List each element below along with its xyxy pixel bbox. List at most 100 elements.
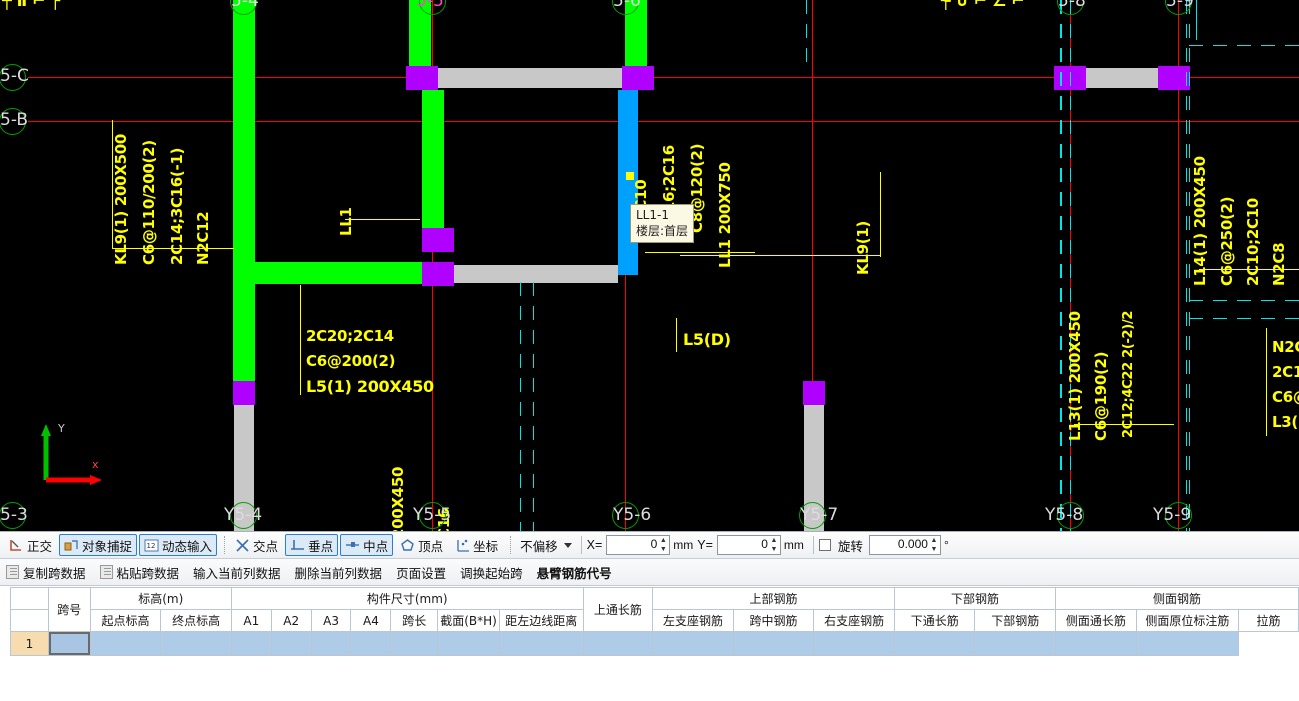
column-header-span-no[interactable]: 跨号 <box>47 587 91 632</box>
column-header-start-elev[interactable]: 起点标高 <box>89 609 162 632</box>
ortho-button[interactable]: 正交 <box>4 534 57 556</box>
cell-end-elev[interactable] <box>160 631 232 656</box>
dyninput-button[interactable]: 12 动态输入 <box>139 534 218 556</box>
intersection-snap-button[interactable]: 交点 <box>230 534 283 556</box>
page-setup-label: 页面设置 <box>396 566 447 581</box>
x-spinner[interactable]: ▲ ▼ <box>658 537 668 553</box>
paste-icon <box>99 565 113 579</box>
perpendicular-snap-button[interactable]: 垂点 <box>285 534 339 556</box>
column-y54-upper[interactable] <box>233 381 255 405</box>
column-header-a1[interactable]: A1 <box>230 609 272 632</box>
annotation-l5d: L5(D) <box>683 330 731 349</box>
column-header-span-length[interactable]: 跨长 <box>390 609 439 632</box>
input-current-column-button[interactable]: 输入当前列数据 <box>193 563 281 582</box>
cell-left-support[interactable] <box>652 631 734 656</box>
cell-bottom-rebar[interactable] <box>974 631 1057 656</box>
y-spinner[interactable]: ▲ ▼ <box>769 537 779 553</box>
cantilever-rebar-code-button[interactable]: 悬臂钢筋代号 <box>537 563 612 582</box>
annotation-right-c6: C6@ <box>1272 388 1299 406</box>
cell-side-position[interactable] <box>1135 631 1240 656</box>
column-header-side-continuous[interactable]: 侧面通长筋 <box>1055 609 1137 632</box>
copy-icon <box>6 565 19 579</box>
annotation-top-right-partial: ╄ ∪ ⌐ ∠ ⌐ <box>941 0 1025 10</box>
column-header-bottom-continuous[interactable]: 下通长筋 <box>893 609 976 632</box>
offset-mode-dropdown[interactable]: 不偏移 <box>516 534 576 557</box>
annotation-leader-l14 <box>1199 269 1299 270</box>
column-header-left-support[interactable]: 左支座钢筋 <box>652 609 734 632</box>
slab-band-c-1[interactable] <box>438 68 622 88</box>
cell-bottom-continuous[interactable] <box>893 631 976 656</box>
cell-mid-span[interactable] <box>732 631 815 656</box>
dashed-grid-1 <box>520 282 521 531</box>
coordinate-snap-button[interactable]: 坐标 <box>450 534 503 556</box>
column-inner-left[interactable] <box>422 228 454 252</box>
cell-right-support[interactable] <box>813 631 895 656</box>
annotation-kl9-side: N2C12 <box>194 211 212 265</box>
column-header-a2[interactable]: A2 <box>270 609 312 632</box>
column-header-section[interactable]: 截面(B*H) <box>437 609 500 632</box>
cell-start-elev[interactable] <box>89 631 162 656</box>
cell-top-continuous[interactable] <box>582 631 654 656</box>
column-header-a3[interactable]: A3 <box>310 609 352 632</box>
rotate-checkbox[interactable] <box>818 539 831 551</box>
cantilever-rebar-code-label: 悬臂钢筋代号 <box>536 566 612 581</box>
slab-band-inner-bottom[interactable] <box>454 265 618 283</box>
column-c-y55[interactable] <box>406 66 438 90</box>
annotation-kl9-right: KL9(1) <box>854 221 872 275</box>
row-number-cell[interactable]: 1 <box>10 631 49 656</box>
page-setup-button[interactable]: 页面设置 <box>396 563 446 582</box>
element-tooltip: LL1-1 楼层:首层 <box>630 204 695 243</box>
column-y57-upper[interactable] <box>803 381 825 405</box>
cell-a1[interactable] <box>230 631 272 656</box>
y-offset-input[interactable]: 0 ▲ ▼ <box>716 535 781 555</box>
copy-span-data-button[interactable]: 复制跨数据 <box>6 563 86 582</box>
column-header-end-elev[interactable]: 终点标高 <box>160 609 232 632</box>
rotate-input[interactable]: 0.000 ▲ ▼ <box>868 535 941 555</box>
rotate-spinner[interactable]: ▲ ▼ <box>929 537 939 553</box>
cell-a3[interactable] <box>310 631 352 656</box>
column-header-right-support[interactable]: 右支座钢筋 <box>813 609 895 632</box>
outline-top-right-1 <box>1196 0 1197 40</box>
column-c-y56[interactable] <box>622 66 654 90</box>
annotation-l13-size: L13(1) 200X450 <box>1066 311 1084 441</box>
annotation-l14-stirrup: C6@250(2) <box>1218 196 1236 286</box>
application-window: KL9(1) 200X500 C6@110/200(2) 2C14;3C16(-… <box>0 0 1299 701</box>
beam-horizontal-left[interactable] <box>255 262 422 284</box>
annotation-right-n2c: N2C <box>1272 338 1299 356</box>
slab-band-c-2[interactable] <box>1086 68 1158 88</box>
dashed-grid-11 <box>1061 0 1062 531</box>
cad-drawing-canvas[interactable]: KL9(1) 200X500 C6@110/200(2) 2C14;3C16(-… <box>0 0 1299 531</box>
beam-vertical-y54[interactable] <box>233 0 255 381</box>
intersection-icon <box>236 538 249 552</box>
cell-span-no[interactable] <box>47 631 91 656</box>
column-header-top-continuous[interactable]: 上通长筋 <box>582 587 654 632</box>
delete-current-column-button[interactable]: 删除当前列数据 <box>295 563 383 582</box>
cell-span-length[interactable] <box>390 631 439 656</box>
annotation-l5-rebar: 2C20;2C14 <box>306 327 394 345</box>
cell-a2[interactable] <box>270 631 312 656</box>
x-offset-input[interactable]: 0 ▲ ▼ <box>606 535 671 555</box>
column-header-side-position[interactable]: 侧面原位标注筋 <box>1135 609 1240 632</box>
column-header-tie[interactable]: 拉筋 <box>1238 609 1299 632</box>
svg-text:Y: Y <box>57 422 65 435</box>
cell-side-continuous[interactable] <box>1055 631 1137 656</box>
beam-vertical-y55-lower[interactable] <box>422 90 444 228</box>
column-header-bottom-rebar[interactable]: 下部钢筋 <box>974 609 1057 632</box>
column-inner-left-2[interactable] <box>422 262 454 286</box>
midpoint-snap-button[interactable]: 中点 <box>340 534 394 556</box>
cell-a4[interactable] <box>350 631 392 656</box>
osnap-button[interactable]: 对象捕捉 <box>59 534 138 556</box>
column-header-a4[interactable]: A4 <box>350 609 392 632</box>
column-header-left-edge-dist[interactable]: 距左边线距离 <box>498 609 584 632</box>
cell-left-edge-dist[interactable] <box>498 631 584 656</box>
cell-section[interactable] <box>437 631 500 656</box>
dashed-grid-8 <box>1189 45 1299 46</box>
table-row[interactable]: 1 <box>10 631 1299 656</box>
column-header-mid-span[interactable]: 跨中钢筋 <box>732 609 815 632</box>
swap-start-span-button[interactable]: 调换起始跨 <box>460 563 523 582</box>
grid-bubble-label-top-y54: 5-4 <box>231 0 259 11</box>
paste-span-data-button[interactable]: 粘贴跨数据 <box>99 563 179 582</box>
coordinate-label: 坐标 <box>473 539 499 554</box>
vertex-snap-button[interactable]: 顶点 <box>395 534 448 556</box>
grid-bubble-label-y53: 5-3 <box>0 505 28 525</box>
